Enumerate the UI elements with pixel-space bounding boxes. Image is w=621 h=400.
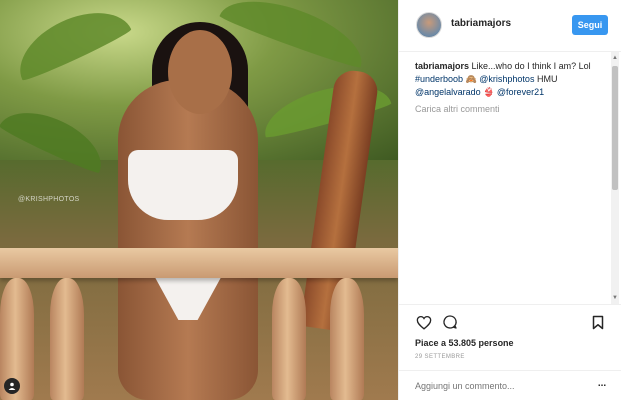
- likes-count[interactable]: Piace a 53.805 persone: [415, 338, 514, 348]
- baluster: [272, 278, 306, 400]
- scroll-up-arrow-icon[interactable]: ▲: [611, 54, 619, 62]
- post-header: tabriamajors Segui: [399, 0, 621, 52]
- caption-emoji: 🙈: [465, 74, 480, 84]
- person-body: [118, 80, 258, 400]
- caption-username[interactable]: tabriamajors: [415, 61, 469, 71]
- photo-watermark: @KRISHPHOTOS: [18, 196, 80, 203]
- post-side-panel: tabriamajors Segui tabriamajors Like...w…: [398, 0, 621, 400]
- swimsuit-top: [128, 150, 238, 220]
- avatar[interactable]: [416, 12, 442, 38]
- caption-text: HMU: [536, 74, 558, 84]
- scroll-thumb[interactable]: [612, 66, 618, 190]
- hashtag-link[interactable]: #underboob: [415, 74, 463, 84]
- post-actions: Piace a 53.805 persone 29 SETTEMBRE: [399, 304, 621, 374]
- comment-box: ...: [399, 370, 621, 400]
- more-options-icon[interactable]: ...: [595, 379, 609, 393]
- caption-text: Like...who do I think I am? Lol: [471, 61, 591, 71]
- post-date: 29 SETTEMBRE: [415, 354, 465, 360]
- header-username[interactable]: tabriamajors: [451, 18, 511, 29]
- bookmark-icon[interactable]: [589, 313, 607, 331]
- balustrade-rail: [0, 248, 398, 278]
- comments-section: tabriamajors Like...who do I think I am?…: [415, 60, 607, 302]
- mention-link[interactable]: @krishphotos: [479, 74, 534, 84]
- comment-icon[interactable]: [441, 313, 459, 331]
- person-head: [168, 30, 232, 114]
- baluster: [330, 278, 364, 400]
- load-more-comments[interactable]: Carica altri commenti: [415, 103, 607, 116]
- caption: tabriamajors Like...who do I think I am?…: [415, 60, 607, 99]
- caption-emoji: 👙: [483, 87, 497, 97]
- mention-link[interactable]: @forever21: [497, 87, 544, 97]
- user-tag-icon[interactable]: [4, 378, 20, 394]
- heart-icon[interactable]: [415, 313, 433, 331]
- post-photo[interactable]: @KRISHPHOTOS: [0, 0, 398, 400]
- scrollbar[interactable]: ▲ ▼: [611, 52, 619, 304]
- baluster: [50, 278, 84, 400]
- follow-button[interactable]: Segui: [572, 15, 608, 35]
- comment-input[interactable]: [415, 379, 585, 393]
- mention-link[interactable]: @angelalvarado: [415, 87, 481, 97]
- scroll-down-arrow-icon[interactable]: ▼: [611, 294, 619, 302]
